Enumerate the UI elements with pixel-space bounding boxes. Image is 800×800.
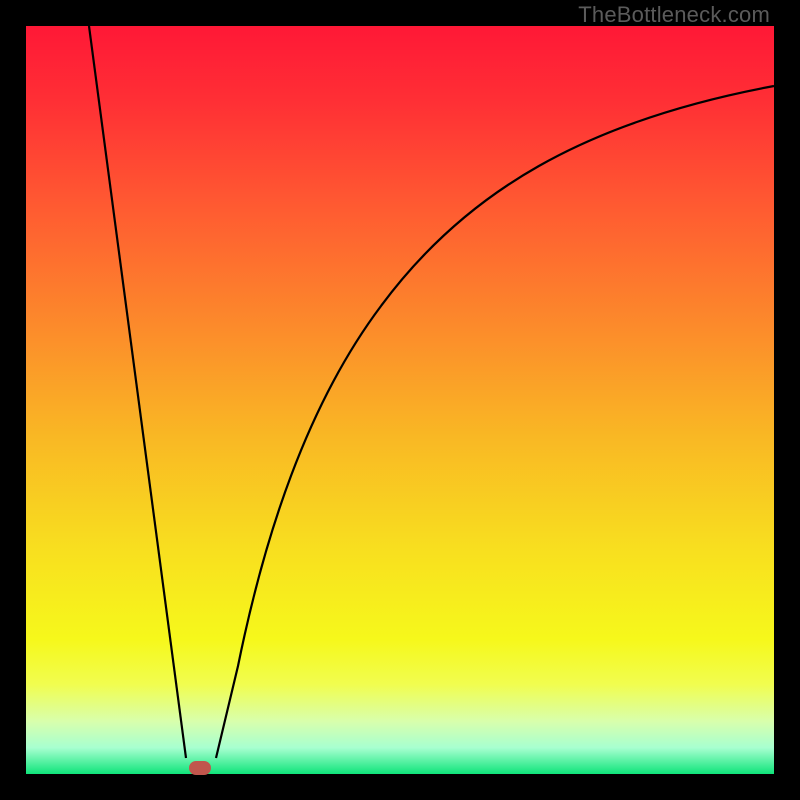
optimal-point-marker xyxy=(189,761,211,775)
bottleneck-curve xyxy=(26,26,774,774)
frame: TheBottleneck.com xyxy=(0,0,800,800)
watermark-text: TheBottleneck.com xyxy=(578,2,770,28)
curve-left-segment xyxy=(89,26,186,758)
plot-area xyxy=(26,26,774,774)
curve-right-segment xyxy=(216,86,774,758)
